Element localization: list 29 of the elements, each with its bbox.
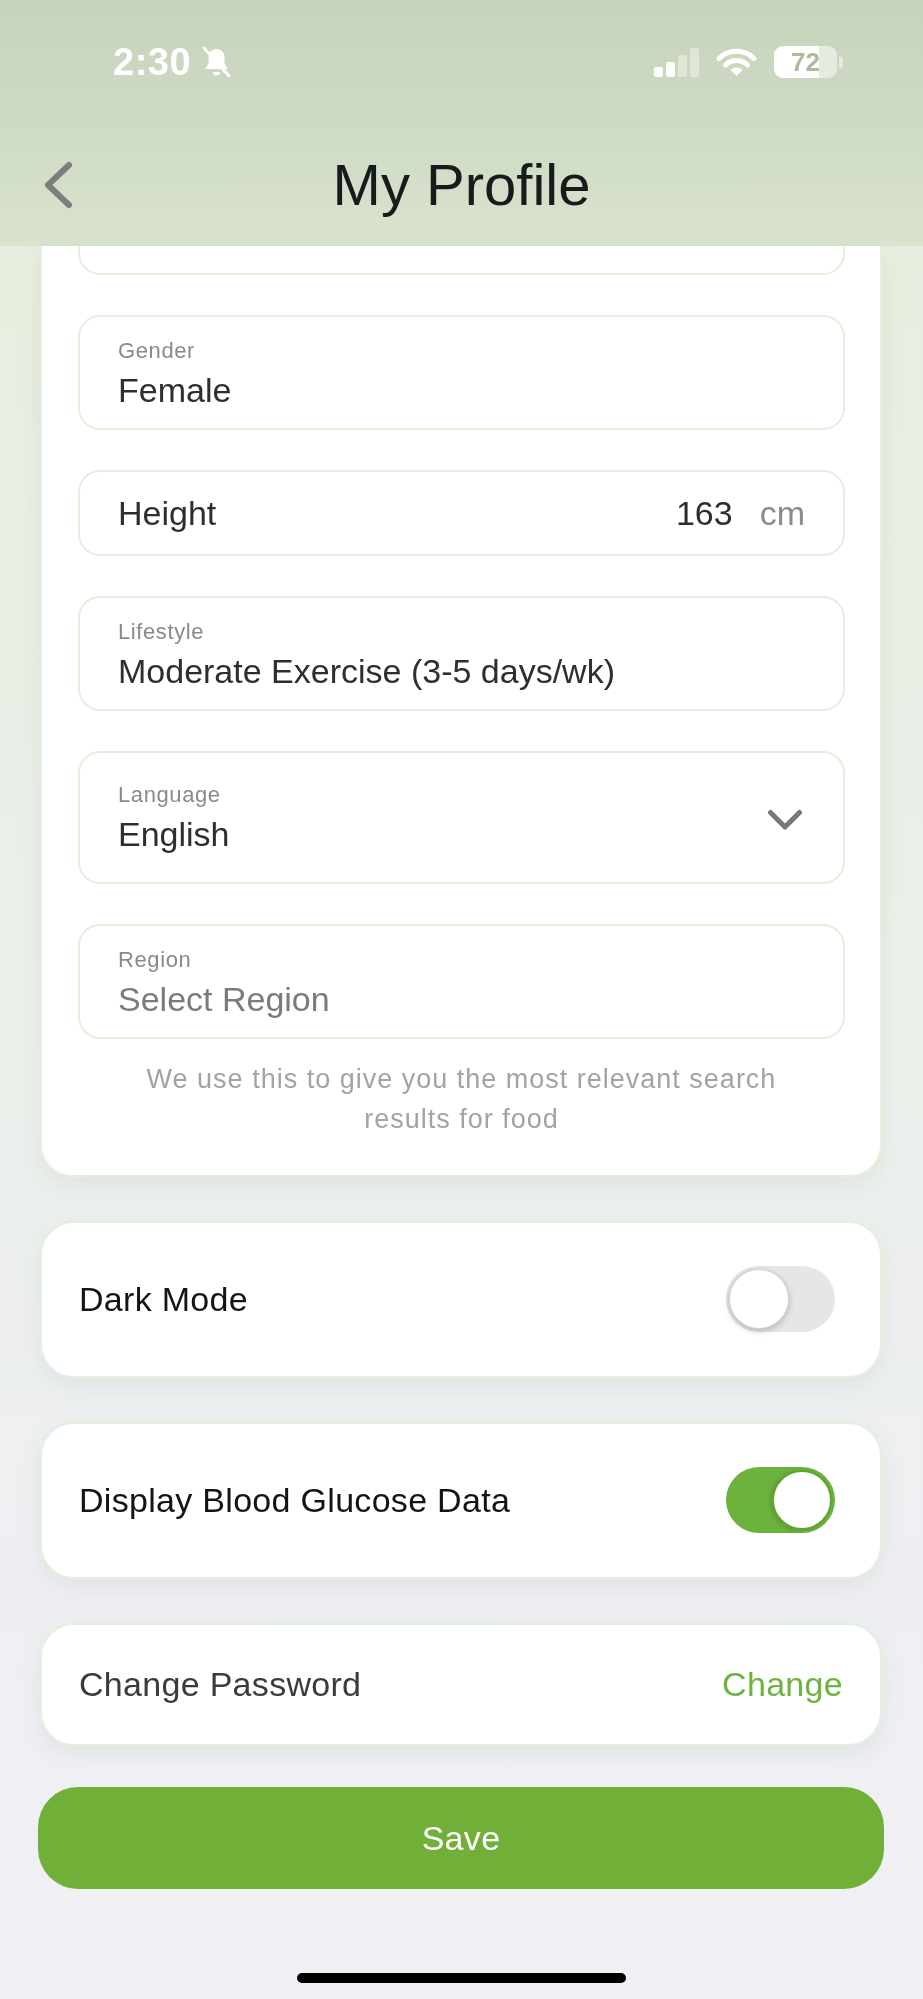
page-title: My Profile xyxy=(332,151,591,220)
toggle-switch[interactable] xyxy=(726,1266,835,1332)
text-input[interactable]: Select Region xyxy=(118,977,805,1021)
field-label: Lifestyle xyxy=(118,620,205,644)
battery-indicator: 72 xyxy=(774,46,843,78)
field-value: Female xyxy=(118,370,232,411)
status-time: 2:30 xyxy=(113,43,192,81)
field-label: Height xyxy=(118,493,218,534)
field-value: English xyxy=(118,814,230,855)
back-button[interactable] xyxy=(42,160,74,210)
dropdown-field[interactable]: Language English xyxy=(78,751,845,884)
chevron-left-icon xyxy=(42,160,74,210)
field-value: 163 xyxy=(675,493,733,534)
field-label: Language xyxy=(118,783,221,807)
setting-label: Display Blood Glucose Data xyxy=(79,1480,512,1521)
input-field[interactable] xyxy=(78,246,845,275)
unit-label: cm xyxy=(759,493,805,534)
field-value: Moderate Exercise (3-5 days/wk) xyxy=(118,651,615,692)
signal-icon xyxy=(654,47,699,77)
chevron-down-icon xyxy=(767,808,803,831)
helper-text: We use this to give you the most relevant search results for food xyxy=(145,1063,778,1136)
input-field[interactable]: Height 163 cm xyxy=(78,470,845,556)
input-field[interactable]: Gender Female xyxy=(78,315,845,430)
setting-label: Dark Mode xyxy=(79,1279,249,1320)
input-field[interactable]: Lifestyle Moderate Exercise (3-5 days/wk) xyxy=(78,596,845,711)
field-label: Region xyxy=(118,948,192,972)
field-label: Gender xyxy=(118,339,195,363)
setting-label: Change Password xyxy=(79,1664,363,1705)
wifi-icon xyxy=(716,47,757,77)
